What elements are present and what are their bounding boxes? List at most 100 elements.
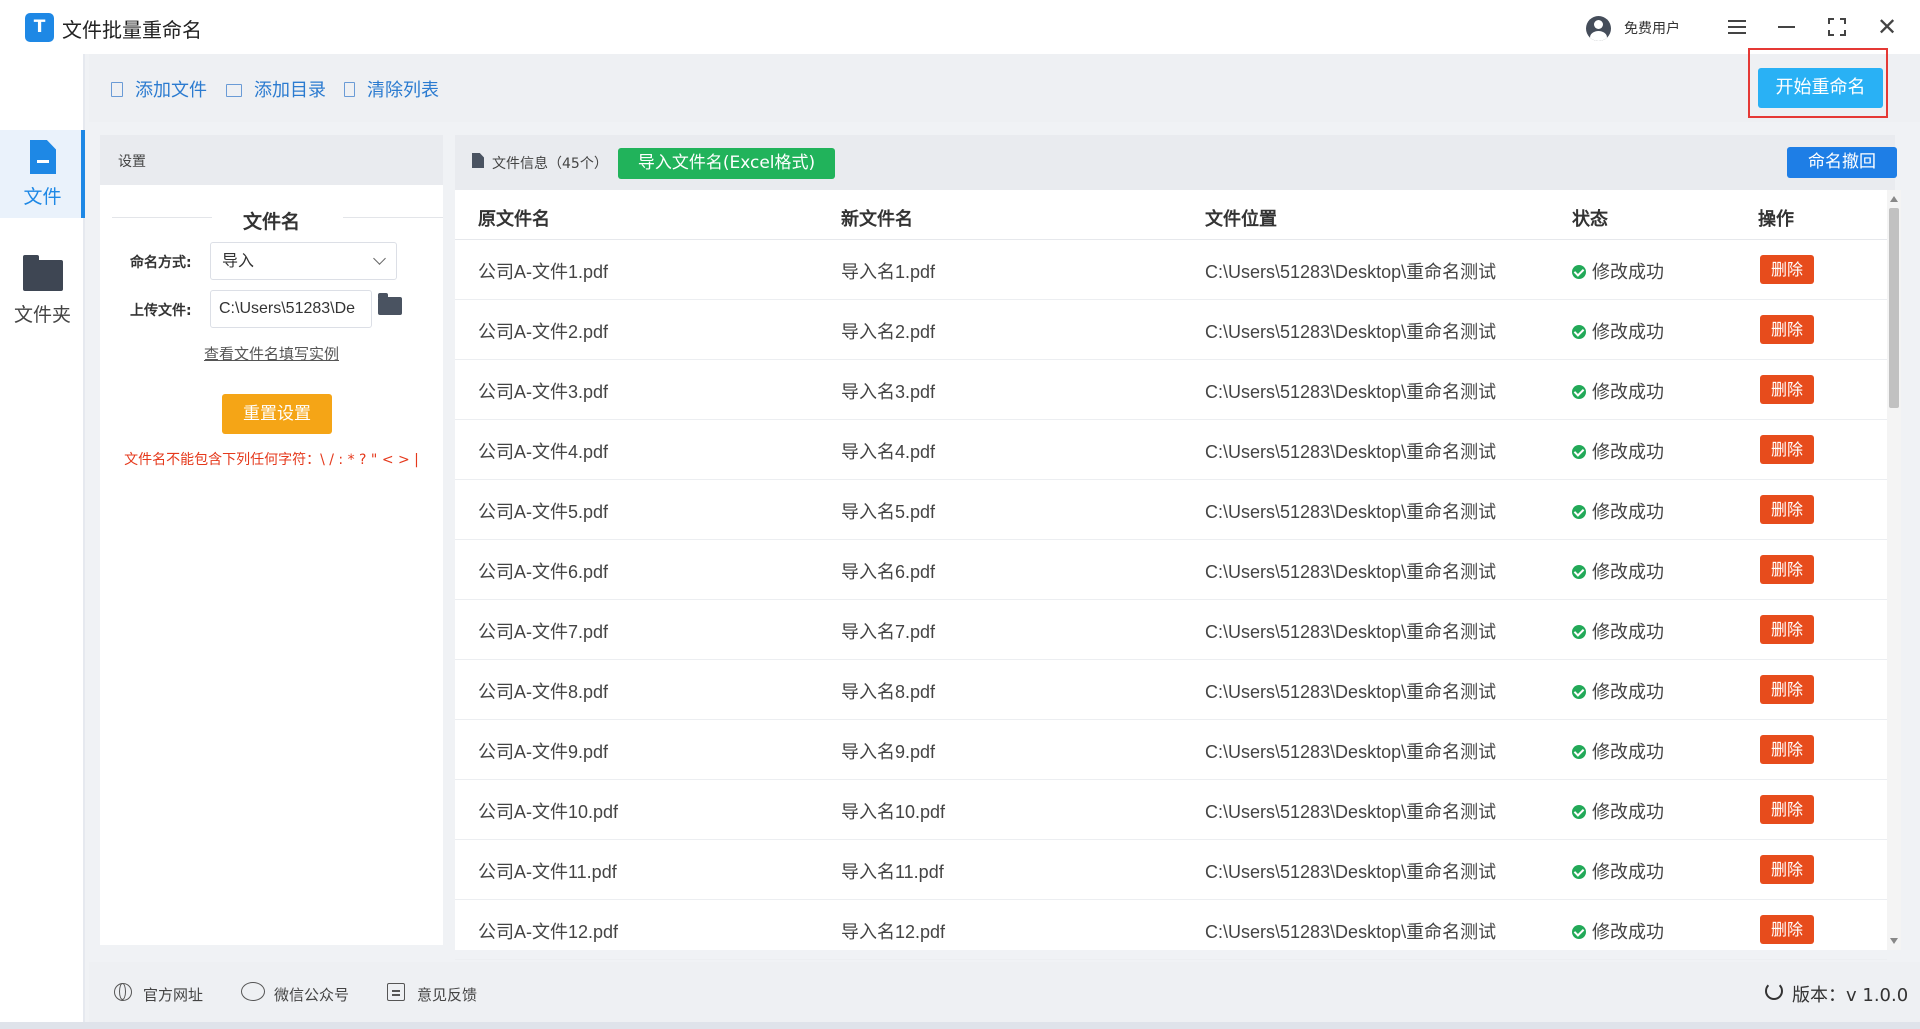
start-rename-button[interactable]: 开始重命名 (1758, 68, 1883, 108)
status-cell: 修改成功 (1572, 678, 1664, 704)
table-row[interactable]: 公司A-文件4.pdf 导入名4.pdf C:\Users\51283\Deskto… (455, 420, 1887, 480)
website-link[interactable]: 官方网址 (143, 984, 203, 1005)
upload-file-input[interactable]: C:\Users\51283\De (210, 290, 372, 328)
delete-button[interactable]: 删除 (1760, 255, 1814, 284)
cell-new-name: 导入名6.pdf (841, 562, 936, 582)
nav-item-file-label: 文件 (23, 186, 62, 208)
cell-original-name: 公司A-文件7.pdf (478, 622, 609, 642)
clear-list-button[interactable]: 清除列表 (344, 76, 439, 102)
check-circle-icon (1572, 805, 1586, 819)
scroll-thumb[interactable] (1889, 208, 1899, 408)
cell-original-name: 公司A-文件3.pdf (478, 382, 609, 402)
status-text: 修改成功 (1592, 922, 1664, 942)
cell-location: C:\Users\51283\Desktop\重命名测试 (1205, 262, 1497, 282)
table-row[interactable]: 公司A-文件6.pdf 导入名6.pdf C:\Users\51283\Deskto… (455, 540, 1887, 600)
delete-button[interactable]: 删除 (1760, 315, 1814, 344)
bottom-strip (0, 1022, 1920, 1029)
cell-original-name: 公司A-文件12.pdf (478, 922, 619, 942)
delete-button[interactable]: 删除 (1760, 375, 1814, 404)
user-label[interactable]: 免费用户 (1624, 18, 1680, 38)
table-row[interactable]: 公司A-文件3.pdf 导入名3.pdf C:\Users\51283\Deskto… (455, 360, 1887, 420)
delete-button[interactable]: 删除 (1760, 915, 1814, 944)
cell-new-name: 导入名2.pdf (841, 322, 936, 342)
cell-location: C:\Users\51283\Desktop\重命名测试 (1205, 322, 1497, 342)
close-icon[interactable]: ✕ (1870, 10, 1904, 44)
cell-original-name: 公司A-文件5.pdf (478, 502, 609, 522)
cell-new-name: 导入名5.pdf (841, 502, 936, 522)
nav-item-file[interactable]: 文件 (0, 130, 85, 218)
col-original-name[interactable]: 原文件名 (478, 205, 550, 231)
footer-bar: 官方网址 微信公众号 意见反馈 版本：v 1.0.0 (89, 962, 1920, 1024)
refresh-icon[interactable] (1765, 982, 1783, 1000)
top-toolbar: 添加文件 添加目录 清除列表 (89, 54, 1920, 122)
reset-settings-button[interactable]: 重置设置 (222, 394, 332, 434)
status-cell: 修改成功 (1572, 798, 1664, 824)
user-icon[interactable] (1586, 16, 1611, 41)
undo-rename-button[interactable]: 命名撤回 (1787, 147, 1897, 178)
status-text: 修改成功 (1592, 382, 1664, 402)
cell-original-name: 公司A-文件6.pdf (478, 562, 609, 582)
delete-button[interactable]: 删除 (1760, 855, 1814, 884)
table-row[interactable]: 公司A-文件12.pdf 导入名12.pdf C:\Users\51283\Desk… (455, 900, 1887, 960)
check-circle-icon (1572, 685, 1586, 699)
check-circle-icon (1572, 445, 1586, 459)
delete-button[interactable]: 删除 (1760, 615, 1814, 644)
minimize-icon[interactable] (1770, 10, 1804, 44)
menu-icon[interactable] (1720, 10, 1754, 44)
title-bar: T 文件批量重命名 免费用户 ✕ (0, 0, 1920, 54)
status-text: 修改成功 (1592, 742, 1664, 762)
status-cell: 修改成功 (1572, 618, 1664, 644)
check-circle-icon (1572, 385, 1586, 399)
delete-button[interactable]: 删除 (1760, 435, 1814, 464)
scroll-down-arrow-icon[interactable] (1890, 938, 1898, 944)
cell-new-name: 导入名7.pdf (841, 622, 936, 642)
maximize-icon[interactable] (1820, 10, 1854, 44)
table-row[interactable]: 公司A-文件11.pdf 导入名11.pdf C:\Users\51283\Desk… (455, 840, 1887, 900)
cell-new-name: 导入名3.pdf (841, 382, 936, 402)
check-circle-icon (1572, 505, 1586, 519)
trash-icon (344, 82, 355, 97)
feedback-link[interactable]: 意见反馈 (417, 984, 477, 1005)
section-title: 文件名 (242, 211, 300, 233)
naming-mode-label: 命名方式: (130, 255, 192, 271)
delete-button[interactable]: 删除 (1760, 555, 1814, 584)
col-location[interactable]: 文件位置 (1205, 205, 1277, 231)
col-new-name[interactable]: 新文件名 (841, 205, 913, 231)
globe-icon (114, 983, 132, 1001)
status-cell: 修改成功 (1572, 918, 1664, 944)
delete-button[interactable]: 删除 (1760, 795, 1814, 824)
status-text: 修改成功 (1592, 562, 1664, 582)
status-cell: 修改成功 (1572, 858, 1664, 884)
table-row[interactable]: 公司A-文件1.pdf 导入名1.pdf C:\Users\51283\Deskto… (455, 240, 1887, 300)
cell-location: C:\Users\51283\Desktop\重命名测试 (1205, 922, 1497, 942)
table-row[interactable]: 公司A-文件10.pdf 导入名10.pdf C:\Users\51283\Desk… (455, 780, 1887, 840)
naming-mode-select[interactable]: 导入 (210, 242, 397, 280)
wechat-link[interactable]: 微信公众号 (274, 984, 349, 1005)
delete-button[interactable]: 删除 (1760, 675, 1814, 704)
col-status[interactable]: 状态 (1572, 205, 1608, 231)
import-excel-button[interactable]: 导入文件名(Excel格式) (618, 148, 835, 179)
cell-location: C:\Users\51283\Desktop\重命名测试 (1205, 622, 1497, 642)
add-dir-button[interactable]: 添加目录 (226, 76, 326, 102)
status-cell: 修改成功 (1572, 738, 1664, 764)
table-row[interactable]: 公司A-文件8.pdf 导入名8.pdf C:\Users\51283\Deskto… (455, 660, 1887, 720)
clear-list-label: 清除列表 (367, 80, 439, 101)
delete-button[interactable]: 删除 (1760, 735, 1814, 764)
table-scrollbar[interactable] (1887, 190, 1901, 950)
table-row[interactable]: 公司A-文件2.pdf 导入名2.pdf C:\Users\51283\Deskto… (455, 300, 1887, 360)
example-link[interactable]: 查看文件名填写实例 (100, 343, 443, 364)
file-info-title: 文件信息（45个） (492, 156, 608, 172)
status-cell: 修改成功 (1572, 318, 1664, 344)
folder-open-icon[interactable] (378, 293, 402, 315)
file-list-header: 文件信息（45个） 导入文件名(Excel格式) 命名撤回 (455, 135, 1897, 190)
invalid-chars-warning: 文件名不能包含下列任何字符：\ / : * ? " < > | (124, 452, 419, 468)
table-row[interactable]: 公司A-文件9.pdf 导入名9.pdf C:\Users\51283\Deskto… (455, 720, 1887, 780)
cell-original-name: 公司A-文件4.pdf (478, 442, 609, 462)
scroll-up-arrow-icon[interactable] (1890, 196, 1898, 202)
table-row[interactable]: 公司A-文件7.pdf 导入名7.pdf C:\Users\51283\Deskto… (455, 600, 1887, 660)
settings-panel: 设置 文件名 命名方式: 导入 上传文件: C:\Users\51283\De … (100, 135, 443, 945)
table-row[interactable]: 公司A-文件5.pdf 导入名5.pdf C:\Users\51283\Deskto… (455, 480, 1887, 540)
delete-button[interactable]: 删除 (1760, 495, 1814, 524)
nav-item-folder[interactable]: 文件夹 (0, 248, 85, 336)
add-file-button[interactable]: 添加文件 (111, 76, 207, 102)
